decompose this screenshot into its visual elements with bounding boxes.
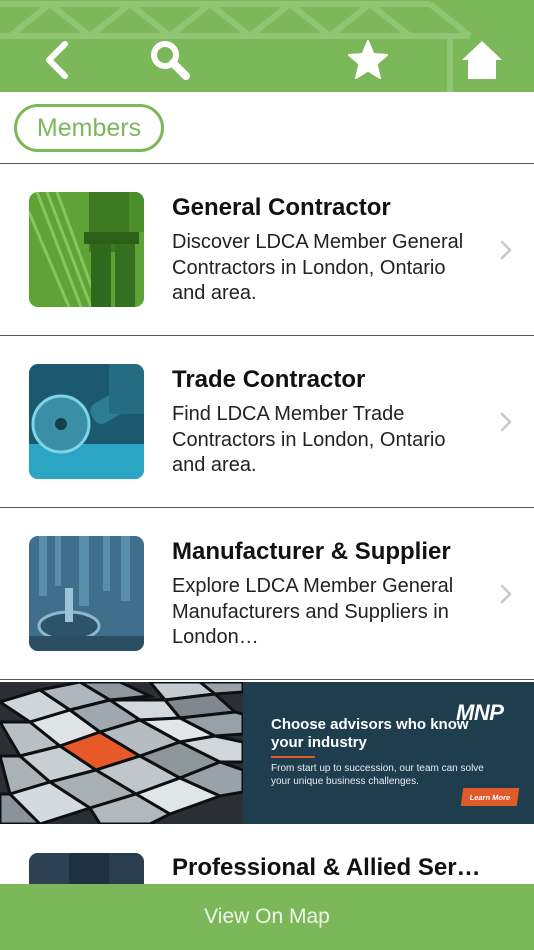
filter-bar: Members	[0, 92, 534, 164]
list-item-title: Professional & Allied Ser…	[172, 854, 481, 881]
list-item-title: Trade Contractor	[172, 366, 366, 393]
chevron-right-icon	[500, 240, 512, 260]
list-item-description: Discover LDCA Member General Contractors…	[172, 231, 464, 304]
list-item-general-contractor[interactable]: General Contractor Discover LDCA Member …	[0, 164, 534, 336]
trade-contractor-thumbnail	[29, 364, 144, 479]
chevron-right-icon	[500, 584, 512, 604]
general-contractor-thumbnail	[29, 192, 144, 307]
list-item-manufacturer-supplier[interactable]: Manufacturer & Supplier Explore LDCA Mem…	[0, 508, 534, 680]
search-button[interactable]	[146, 36, 194, 84]
ad-divider	[271, 756, 315, 758]
ad-headline: Choose advisors who know your industry	[271, 716, 469, 751]
ad-body-text: From start up to succession, our team ca…	[271, 763, 484, 787]
list-item-description: Explore LDCA Member General Manufacturer…	[172, 575, 454, 648]
list-item-trade-contractor[interactable]: Trade Contractor Find LDCA Member Trade …	[0, 336, 534, 508]
manufacturer-supplier-thumbnail	[29, 536, 144, 651]
app-header	[0, 0, 534, 92]
chevron-left-icon	[46, 41, 68, 79]
members-filter-label: Members	[36, 113, 142, 142]
home-button[interactable]	[458, 36, 506, 84]
back-button[interactable]	[36, 36, 76, 84]
chevron-right-icon	[500, 412, 512, 432]
list-item-professional-allied[interactable]: Professional & Allied Ser…	[0, 824, 534, 884]
list-item-title: Manufacturer & Supplier	[172, 538, 451, 565]
list-item-title: General Contractor	[172, 194, 391, 221]
view-on-map-button[interactable]: View On Map	[0, 884, 534, 950]
list-item-description: Find LDCA Member Trade Contractors in Lo…	[172, 403, 446, 476]
search-icon	[151, 41, 190, 80]
view-on-map-label: View On Map	[204, 905, 330, 928]
professional-allied-thumbnail	[29, 853, 144, 884]
bridge-truss-graphic	[0, 1, 472, 92]
home-icon	[462, 41, 502, 79]
ad-learn-more-label: Learn More	[469, 792, 511, 802]
members-filter-button[interactable]: Members	[14, 104, 164, 152]
mnp-ad-banner[interactable]: MNP Choose advisors who know your indust…	[0, 682, 534, 824]
ad-cubes-image	[0, 682, 243, 824]
favorites-button[interactable]	[344, 36, 392, 84]
ad-learn-more-button[interactable]: Learn More	[460, 788, 520, 806]
star-icon	[348, 40, 388, 79]
